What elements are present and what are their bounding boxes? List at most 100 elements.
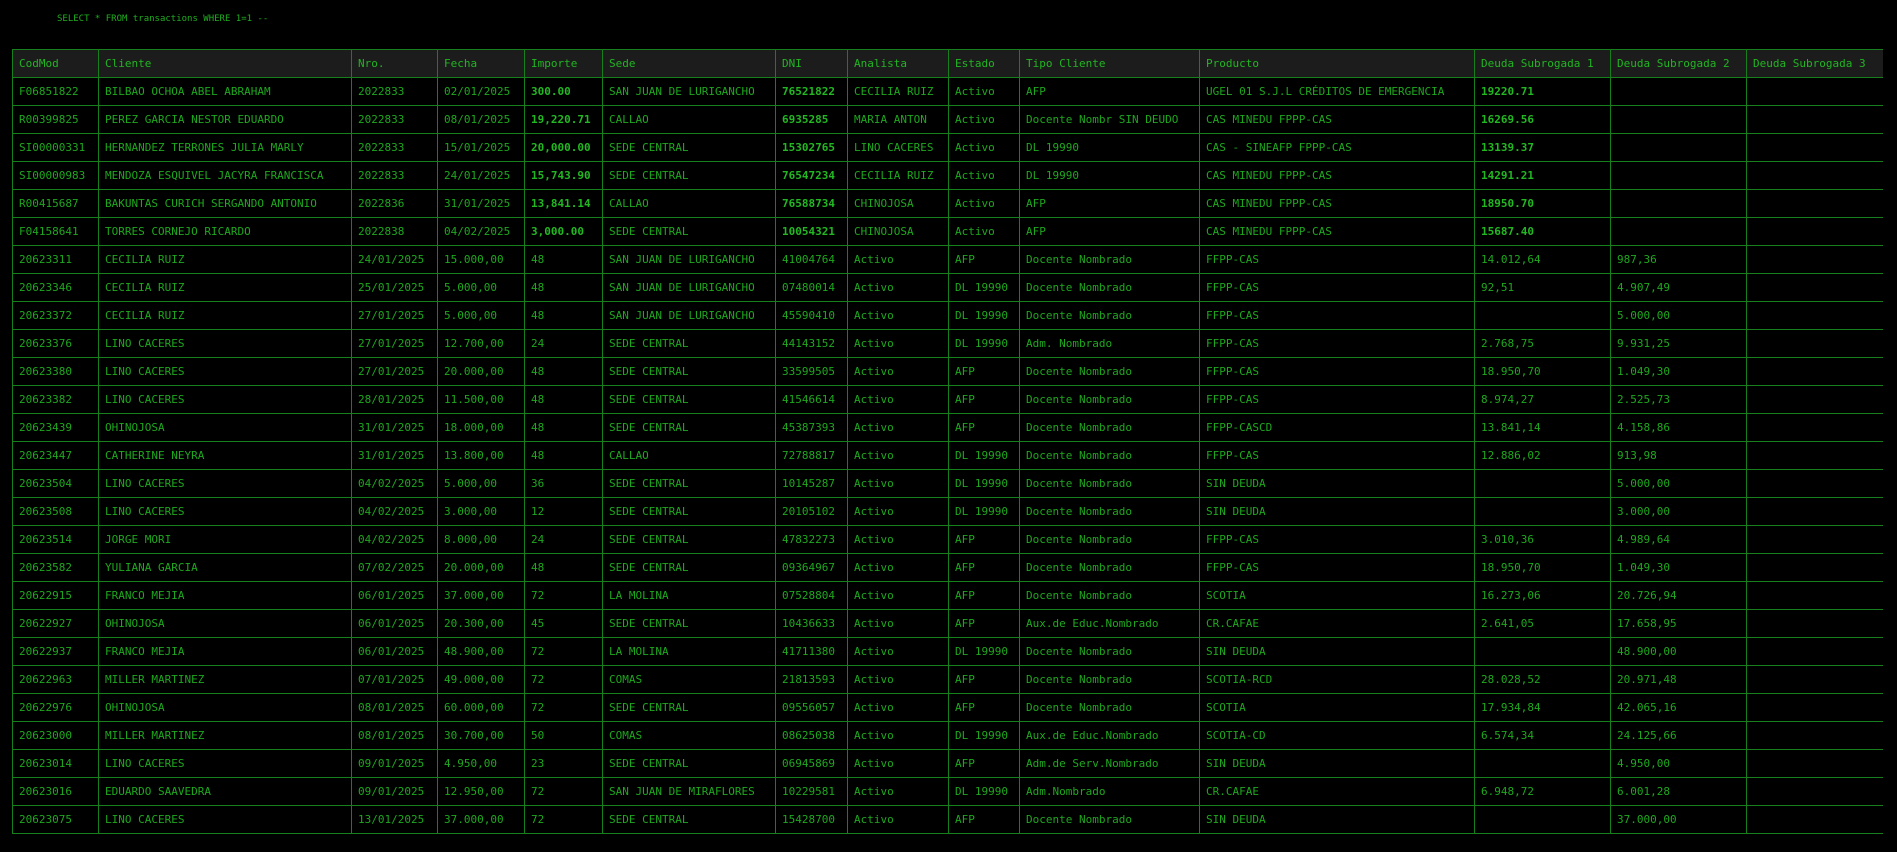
table-cell: 44143152 <box>775 329 848 358</box>
table-cell: BILBAO OCHOA ABEL ABRAHAM <box>98 77 352 106</box>
table-cell: DL 19990 <box>1019 161 1200 190</box>
column-header[interactable]: Tipo Cliente <box>1019 49 1200 78</box>
column-header[interactable]: Deuda Subrogada 1 <box>1474 49 1611 78</box>
table-cell: Activo <box>847 805 949 834</box>
table-row[interactable]: 20623016 EDUARDO SAAVEDRA 09/01/2025 12.950… <box>12 777 1883 806</box>
table-cell: 20.726,94 <box>1610 581 1747 610</box>
table-row[interactable]: 20622976 OHINOJOSA 08/01/2025 60.000,00 72 SE… <box>12 693 1883 722</box>
table-cell: 1.049,30 <box>1610 553 1747 582</box>
table-row[interactable]: SI00000331 HERNANDEZ TERRONES JULIA MARLY… <box>12 133 1883 162</box>
column-header[interactable]: Sede <box>602 49 776 78</box>
table-row[interactable]: 20623376 LINO CACERES 27/01/2025 12.700,00 2… <box>12 329 1883 358</box>
table-cell: FFPP-CAS <box>1199 553 1475 582</box>
transactions-table: CodMod Cliente Nro. Fecha Importe Sede DNI Anal… <box>12 49 1883 834</box>
table-cell: Docente Nombrado <box>1019 273 1200 302</box>
table-cell <box>1746 777 1883 806</box>
table-row[interactable]: SI00000983 MENDOZA ESQUIVEL JACYRA FRANCI… <box>12 161 1883 190</box>
table-row[interactable]: 20622963 MILLER MARTINEZ 07/01/2025 49.000,… <box>12 665 1883 694</box>
table-cell: 48.900,00 <box>1610 637 1747 666</box>
column-header[interactable]: Nro. <box>351 49 438 78</box>
table-cell: 48 <box>524 413 603 442</box>
column-header[interactable]: Analista <box>847 49 949 78</box>
column-header[interactable]: Deuda Subrogada 3 <box>1746 49 1883 78</box>
table-cell <box>1746 609 1883 638</box>
table-row[interactable]: 20623000 MILLER MARTINEZ 08/01/2025 30.700,… <box>12 721 1883 750</box>
sql-query-text: SELECT * FROM transactions WHERE 1=1 -- <box>57 14 269 24</box>
table-cell: Activo <box>847 693 949 722</box>
table-row[interactable]: 20623311 CECILIA RUIZ 24/01/2025 15.000,00 4… <box>12 245 1883 274</box>
table-row[interactable]: 20623075 LINO CACERES 13/01/2025 37.000,00 7… <box>12 805 1883 834</box>
table-row[interactable]: 20623346 CECILIA RUIZ 25/01/2025 5.000,00 48… <box>12 273 1883 302</box>
table-cell: SAN JUAN DE LURIGANCHO <box>602 301 776 330</box>
column-header[interactable]: Deuda Subrogada 2 <box>1610 49 1747 78</box>
table-cell: LINO CACERES <box>98 497 352 526</box>
table-cell: COMAS <box>602 721 776 750</box>
table-cell: 20.000,00 <box>437 357 525 386</box>
transactions-table-container[interactable]: CodMod Cliente Nro. Fecha Importe Sede DNI Anal… <box>12 49 1883 852</box>
table-cell: Activo <box>847 777 949 806</box>
table-row[interactable]: R00415687 BAKUNTAS CURICH SERGANDO ANTONI… <box>12 189 1883 218</box>
table-cell: 72 <box>524 805 603 834</box>
column-header[interactable]: Cliente <box>98 49 352 78</box>
table-cell: Activo <box>847 609 949 638</box>
table-row[interactable]: R00399825 PEREZ GARCIA NESTOR EDUARDO 2022… <box>12 105 1883 134</box>
table-cell: CATHERINE NEYRA <box>98 441 352 470</box>
table-cell: 3.010,36 <box>1474 525 1611 554</box>
table-row[interactable]: 20623380 LINO CACERES 27/01/2025 20.000,00 4… <box>12 357 1883 386</box>
table-cell: 45590410 <box>775 301 848 330</box>
table-cell: DL 19990 <box>948 329 1020 358</box>
table-cell: 49.000,00 <box>437 665 525 694</box>
table-row[interactable]: 20623372 CECILIA RUIZ 27/01/2025 5.000,00 48… <box>12 301 1883 330</box>
table-cell <box>1746 301 1883 330</box>
table-cell: FRANCO MEJIA <box>98 581 352 610</box>
table-row[interactable]: 20622915 FRANCO MEJIA 06/01/2025 37.000,00 7… <box>12 581 1883 610</box>
table-cell: CR.CAFAE <box>1199 777 1475 806</box>
table-row[interactable]: F04158641 TORRES CORNEJO RICARDO 2022838 04… <box>12 217 1883 246</box>
column-header[interactable]: Importe <box>524 49 603 78</box>
table-cell: Activo <box>948 77 1020 106</box>
table-row[interactable]: 20623014 LINO CACERES 09/01/2025 4.950,00 23… <box>12 749 1883 778</box>
table-cell: 12 <box>524 497 603 526</box>
table-body: F06851822 BILBAO OCHOA ABEL ABRAHAM 202283… <box>12 77 1883 834</box>
column-header[interactable]: CodMod <box>12 49 99 78</box>
table-row[interactable]: 20623514 JORGE MORI 04/02/2025 8.000,00 24 SE… <box>12 525 1883 554</box>
table-cell: 36 <box>524 469 603 498</box>
table-cell: Activo <box>847 721 949 750</box>
table-cell: Docente Nombrado <box>1019 385 1200 414</box>
table-cell: 2.641,05 <box>1474 609 1611 638</box>
table-cell: SEDE CENTRAL <box>602 329 776 358</box>
table-row[interactable]: 20623447 CATHERINE NEYRA 31/01/2025 13.800,… <box>12 441 1883 470</box>
table-cell: 987,36 <box>1610 245 1747 274</box>
table-cell <box>1746 273 1883 302</box>
table-cell: 17.658,95 <box>1610 609 1747 638</box>
table-row[interactable]: 20623439 OHINOJOSA 31/01/2025 18.000,00 48 SE… <box>12 413 1883 442</box>
table-cell: MILLER MARTINEZ <box>98 665 352 694</box>
table-cell: DL 19990 <box>948 273 1020 302</box>
table-cell: 6.948,72 <box>1474 777 1611 806</box>
column-header[interactable]: Fecha <box>437 49 525 78</box>
column-header[interactable]: Estado <box>948 49 1020 78</box>
table-cell: 5.000,00 <box>437 273 525 302</box>
table-cell: Activo <box>847 553 949 582</box>
table-cell <box>1474 469 1611 498</box>
table-cell: JORGE MORI <box>98 525 352 554</box>
table-row[interactable]: 20623504 LINO CACERES 04/02/2025 5.000,00 36… <box>12 469 1883 498</box>
column-header[interactable]: Producto <box>1199 49 1475 78</box>
table-cell: CALLAO <box>602 189 776 218</box>
table-row[interactable]: 20622937 FRANCO MEJIA 06/01/2025 48.900,00 7… <box>12 637 1883 666</box>
table-cell: 48 <box>524 357 603 386</box>
table-row[interactable]: 20622927 OHINOJOSA 06/01/2025 20.300,00 45 SE… <box>12 609 1883 638</box>
table-cell: 24/01/2025 <box>351 245 438 274</box>
table-cell <box>1746 749 1883 778</box>
table-row[interactable]: F06851822 BILBAO OCHOA ABEL ABRAHAM 202283… <box>12 77 1883 106</box>
table-cell: 20623380 <box>12 357 99 386</box>
table-row[interactable]: 20623582 YULIANA GARCIA 07/02/2025 20.000,0… <box>12 553 1883 582</box>
table-cell: DL 19990 <box>948 721 1020 750</box>
table-cell <box>1746 581 1883 610</box>
column-header[interactable]: DNI <box>775 49 848 78</box>
table-row[interactable]: 20623508 LINO CACERES 04/02/2025 3.000,00 12… <box>12 497 1883 526</box>
table-cell: 2.768,75 <box>1474 329 1611 358</box>
table-row[interactable]: 20623382 LINO CACERES 28/01/2025 11.500,00 4… <box>12 385 1883 414</box>
table-cell: 20623075 <box>12 805 99 834</box>
table-cell: 20623508 <box>12 497 99 526</box>
